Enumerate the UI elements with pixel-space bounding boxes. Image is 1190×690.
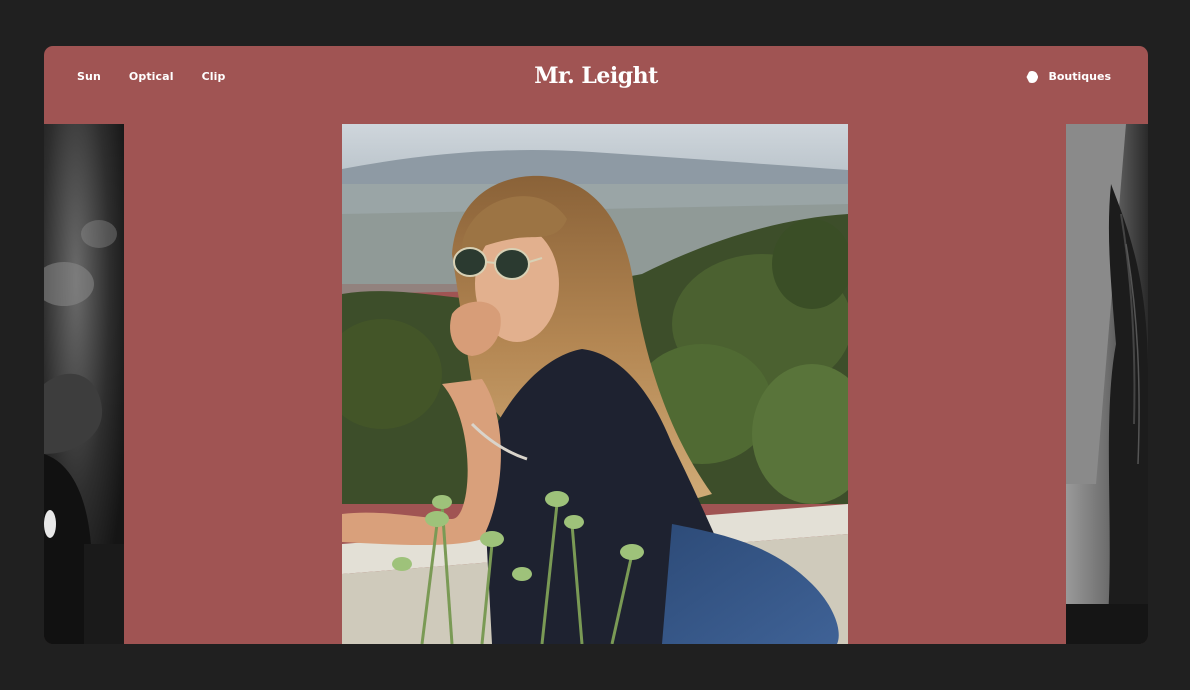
site-window: Sun Optical Clip Mr. Leight Boutiques — [44, 46, 1148, 644]
carousel-slide-prev[interactable] — [44, 124, 124, 644]
nav-sun[interactable]: Sun — [77, 70, 101, 84]
location-pin-icon — [1026, 71, 1039, 83]
carousel-slide-next[interactable] — [1066, 124, 1148, 644]
black-and-white-portrait-photo — [1066, 124, 1148, 644]
black-and-white-portrait-photo — [44, 124, 124, 644]
woman-in-sunglasses-on-balcony-photo — [342, 124, 848, 644]
site-header: Sun Optical Clip Mr. Leight Boutiques — [44, 46, 1148, 124]
nav-clip[interactable]: Clip — [202, 70, 226, 84]
boutiques-label: Boutiques — [1048, 70, 1111, 83]
boutiques-link[interactable]: Boutiques — [1026, 70, 1111, 84]
hero-photo[interactable] — [342, 124, 848, 644]
nav-optical[interactable]: Optical — [129, 70, 174, 84]
main-nav: Sun Optical Clip — [77, 70, 253, 84]
brand-logo[interactable]: Mr. Leight — [534, 62, 658, 90]
